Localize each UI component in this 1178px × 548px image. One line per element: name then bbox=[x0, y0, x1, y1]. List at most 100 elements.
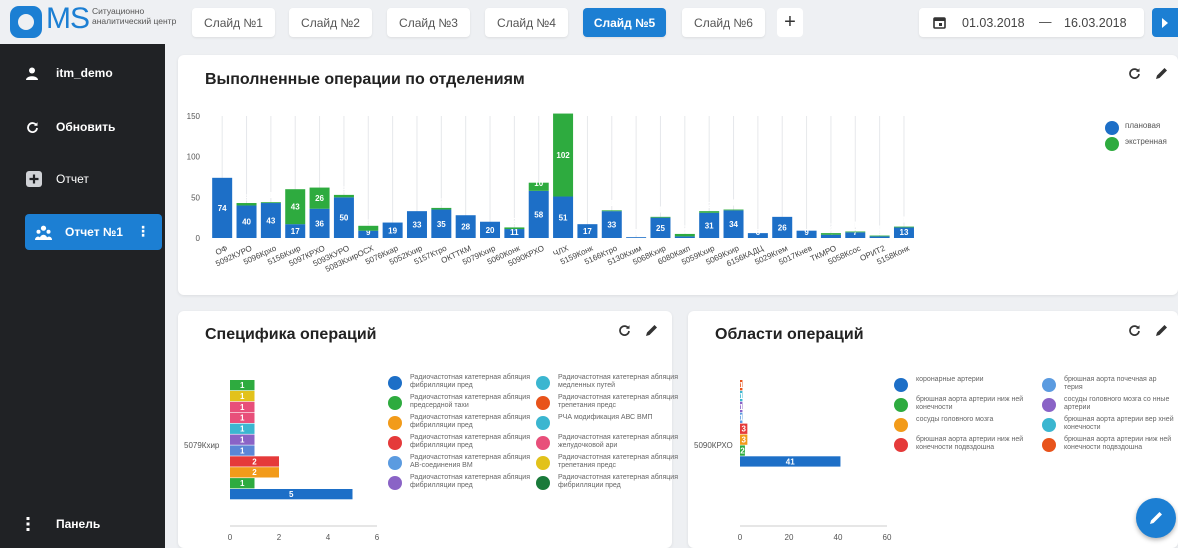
bar-emergency bbox=[674, 233, 695, 237]
legend-dot bbox=[536, 436, 550, 450]
bar-emergency bbox=[601, 210, 622, 212]
refresh-icon[interactable] bbox=[1128, 324, 1141, 341]
legend-item: брюшная аорта артерии ниж ней конечности… bbox=[894, 436, 1042, 452]
bar-emergency-label: 1 bbox=[658, 206, 663, 215]
tab-slide-6[interactable]: Слайд №6 bbox=[682, 8, 765, 37]
bar-emergency-label: 2 bbox=[439, 198, 444, 207]
legend-item: Радиочастотная катетерная абляция фибрил… bbox=[388, 434, 536, 450]
top-bar: MS Ситуационно аналитический центр Слайд… bbox=[0, 0, 1178, 44]
bar-emergency bbox=[431, 207, 452, 210]
add-box-icon bbox=[26, 171, 56, 187]
bar-planned-label: 9 bbox=[804, 228, 809, 237]
date-dash: — bbox=[1039, 15, 1052, 29]
legend-item: брюшная аорта артерии ниж ней конечности… bbox=[1042, 436, 1174, 452]
y-tick-label: 0 bbox=[196, 234, 201, 243]
sidebar-panel-label: Панель bbox=[56, 517, 101, 531]
sidebar-item-panel[interactable]: Панель bbox=[26, 506, 166, 542]
y-tick-label: 150 bbox=[187, 112, 201, 121]
bar-emergency bbox=[236, 203, 257, 206]
sidebar-item-active-report[interactable]: Отчет №1 ⋮ bbox=[25, 214, 162, 250]
legend-item: брюшная аорта артерии ниж ней конечности bbox=[894, 396, 1042, 412]
bar-planned-label: 1 bbox=[634, 228, 639, 237]
x-tick-label: 2 bbox=[277, 533, 282, 542]
legend-label: Радиочастотная катетерная абляция фибрил… bbox=[410, 434, 530, 449]
legend-item: сосуды головного мозга со нные артерии bbox=[1042, 396, 1174, 412]
bar-planned-label: 13 bbox=[900, 228, 909, 237]
bar-emergency-label: 1 bbox=[902, 215, 907, 224]
tab-slide-3[interactable]: Слайд №3 bbox=[387, 8, 470, 37]
legend-label: РЧА модификация АВС ВМП bbox=[558, 414, 653, 421]
segment-label: 1 bbox=[739, 414, 744, 423]
date-from[interactable]: 01.03.2018 bbox=[962, 16, 1025, 30]
bar-planned-label: 11 bbox=[510, 228, 519, 237]
category-label: 5079Кхир bbox=[184, 441, 220, 450]
refresh-icon[interactable] bbox=[1128, 67, 1141, 84]
bar-emergency-label: 6 bbox=[366, 219, 371, 228]
legend-label: брюшная аорта артерии вер хней конечност… bbox=[1064, 416, 1174, 431]
legend-item: Радиочастотная катетерная абляция фибрил… bbox=[536, 474, 684, 490]
more-vertical-icon[interactable]: ⋮ bbox=[136, 223, 150, 240]
tab-slide-4[interactable]: Слайд №4 bbox=[485, 8, 568, 37]
tab-slide-1[interactable]: Слайд №1 bbox=[192, 8, 275, 37]
ops-bar-chart: 05010015074ОФ4035092КУРО4315096Крхо17435… bbox=[187, 112, 914, 274]
bar-planned-label: 26 bbox=[778, 223, 787, 232]
legend-label: Радиочастотная катетерная абляция трепет… bbox=[558, 394, 678, 409]
ops-card-actions bbox=[1128, 67, 1168, 84]
refresh-icon[interactable] bbox=[618, 324, 631, 341]
sidebar-item-report[interactable]: Отчет bbox=[26, 161, 166, 197]
legend-item: Радиочастотная катетерная абляция фибрил… bbox=[388, 374, 536, 390]
bar-planned-label: 74 bbox=[218, 204, 227, 213]
legend-label: брюшная аорта артерии ниж ней конечности bbox=[916, 396, 1024, 411]
tab-slide-2[interactable]: Слайд №2 bbox=[289, 8, 372, 37]
segment-label: 1 bbox=[240, 403, 245, 412]
segment-label: 1 bbox=[739, 381, 744, 390]
legend-label: коронарные артерии bbox=[916, 376, 984, 383]
date-range-picker[interactable]: 01.03.2018 — 16.03.2018 bbox=[919, 8, 1144, 37]
bar-emergency-label: 43 bbox=[291, 203, 300, 212]
category-label: 5090КРХО bbox=[694, 441, 733, 450]
bar-emergency-label: 102 bbox=[556, 151, 570, 160]
legend-label: Радиочастотная катетерная абляция фибрил… bbox=[410, 474, 530, 489]
legend-dot bbox=[536, 376, 550, 390]
date-to[interactable]: 16.03.2018 bbox=[1064, 16, 1127, 30]
bar-planned-label: 43 bbox=[266, 217, 275, 226]
legend-label: брюшная аорта артерии ниж ней конечности… bbox=[916, 436, 1024, 451]
sidebar-item-refresh[interactable]: Обновить bbox=[26, 109, 166, 145]
legend-item: Радиочастотная катетерная абляция трепет… bbox=[536, 454, 684, 470]
legend-emergency: экстренная bbox=[1105, 137, 1167, 151]
tab-slide-5[interactable]: Слайд №5 bbox=[583, 8, 666, 37]
add-tab-button[interactable]: + bbox=[777, 8, 803, 37]
edit-fab-button[interactable] bbox=[1136, 498, 1176, 538]
segment-label: 2 bbox=[252, 457, 257, 466]
x-tick-label: 0 bbox=[738, 533, 743, 542]
y-tick-label: 50 bbox=[191, 193, 200, 202]
segment-label: 3 bbox=[741, 436, 746, 445]
bar-planned-label: 6 bbox=[756, 228, 761, 237]
specifics-chart: 0 2 4 65079Кхир51221111111 bbox=[184, 380, 380, 542]
bar-planned-label: 35 bbox=[437, 220, 446, 229]
sidebar-item-user[interactable]: itm_demo bbox=[26, 55, 166, 91]
legend-planned-label: плановая bbox=[1125, 121, 1161, 130]
ops-card-title: Выполненные операции по отделениям bbox=[205, 71, 525, 88]
segment-label: 3 bbox=[741, 425, 746, 434]
segment-label: 1 bbox=[240, 436, 245, 445]
legend-item: Радиочастотная катетерная абляция предсе… bbox=[388, 394, 536, 410]
legend-dot bbox=[1042, 418, 1056, 432]
more-vertical-icon bbox=[26, 517, 56, 531]
edit-pencil-icon[interactable] bbox=[1155, 67, 1168, 84]
segment-label: 1 bbox=[240, 381, 245, 390]
segment-label: 2 bbox=[740, 446, 745, 455]
edit-pencil-icon[interactable] bbox=[1155, 324, 1168, 341]
bar-planned-label: 36 bbox=[315, 219, 324, 228]
legend-item: Радиочастотная катетерная абляция АВ-сое… bbox=[388, 454, 536, 470]
specifics-card-title: Специфика операций bbox=[205, 326, 377, 343]
legend-item: брюшная аорта артерии вер хней конечност… bbox=[1042, 416, 1174, 432]
bar-planned-label: 51 bbox=[559, 213, 568, 222]
edit-pencil-icon[interactable] bbox=[645, 324, 658, 341]
bar-planned-label: 58 bbox=[534, 210, 543, 219]
bar-emergency-label: 2 bbox=[829, 223, 834, 232]
bar-emergency bbox=[650, 216, 671, 218]
legend-item: Радиочастотная катетерная абляция фибрил… bbox=[388, 414, 536, 430]
team-icon bbox=[35, 225, 65, 240]
play-button[interactable] bbox=[1152, 8, 1178, 37]
